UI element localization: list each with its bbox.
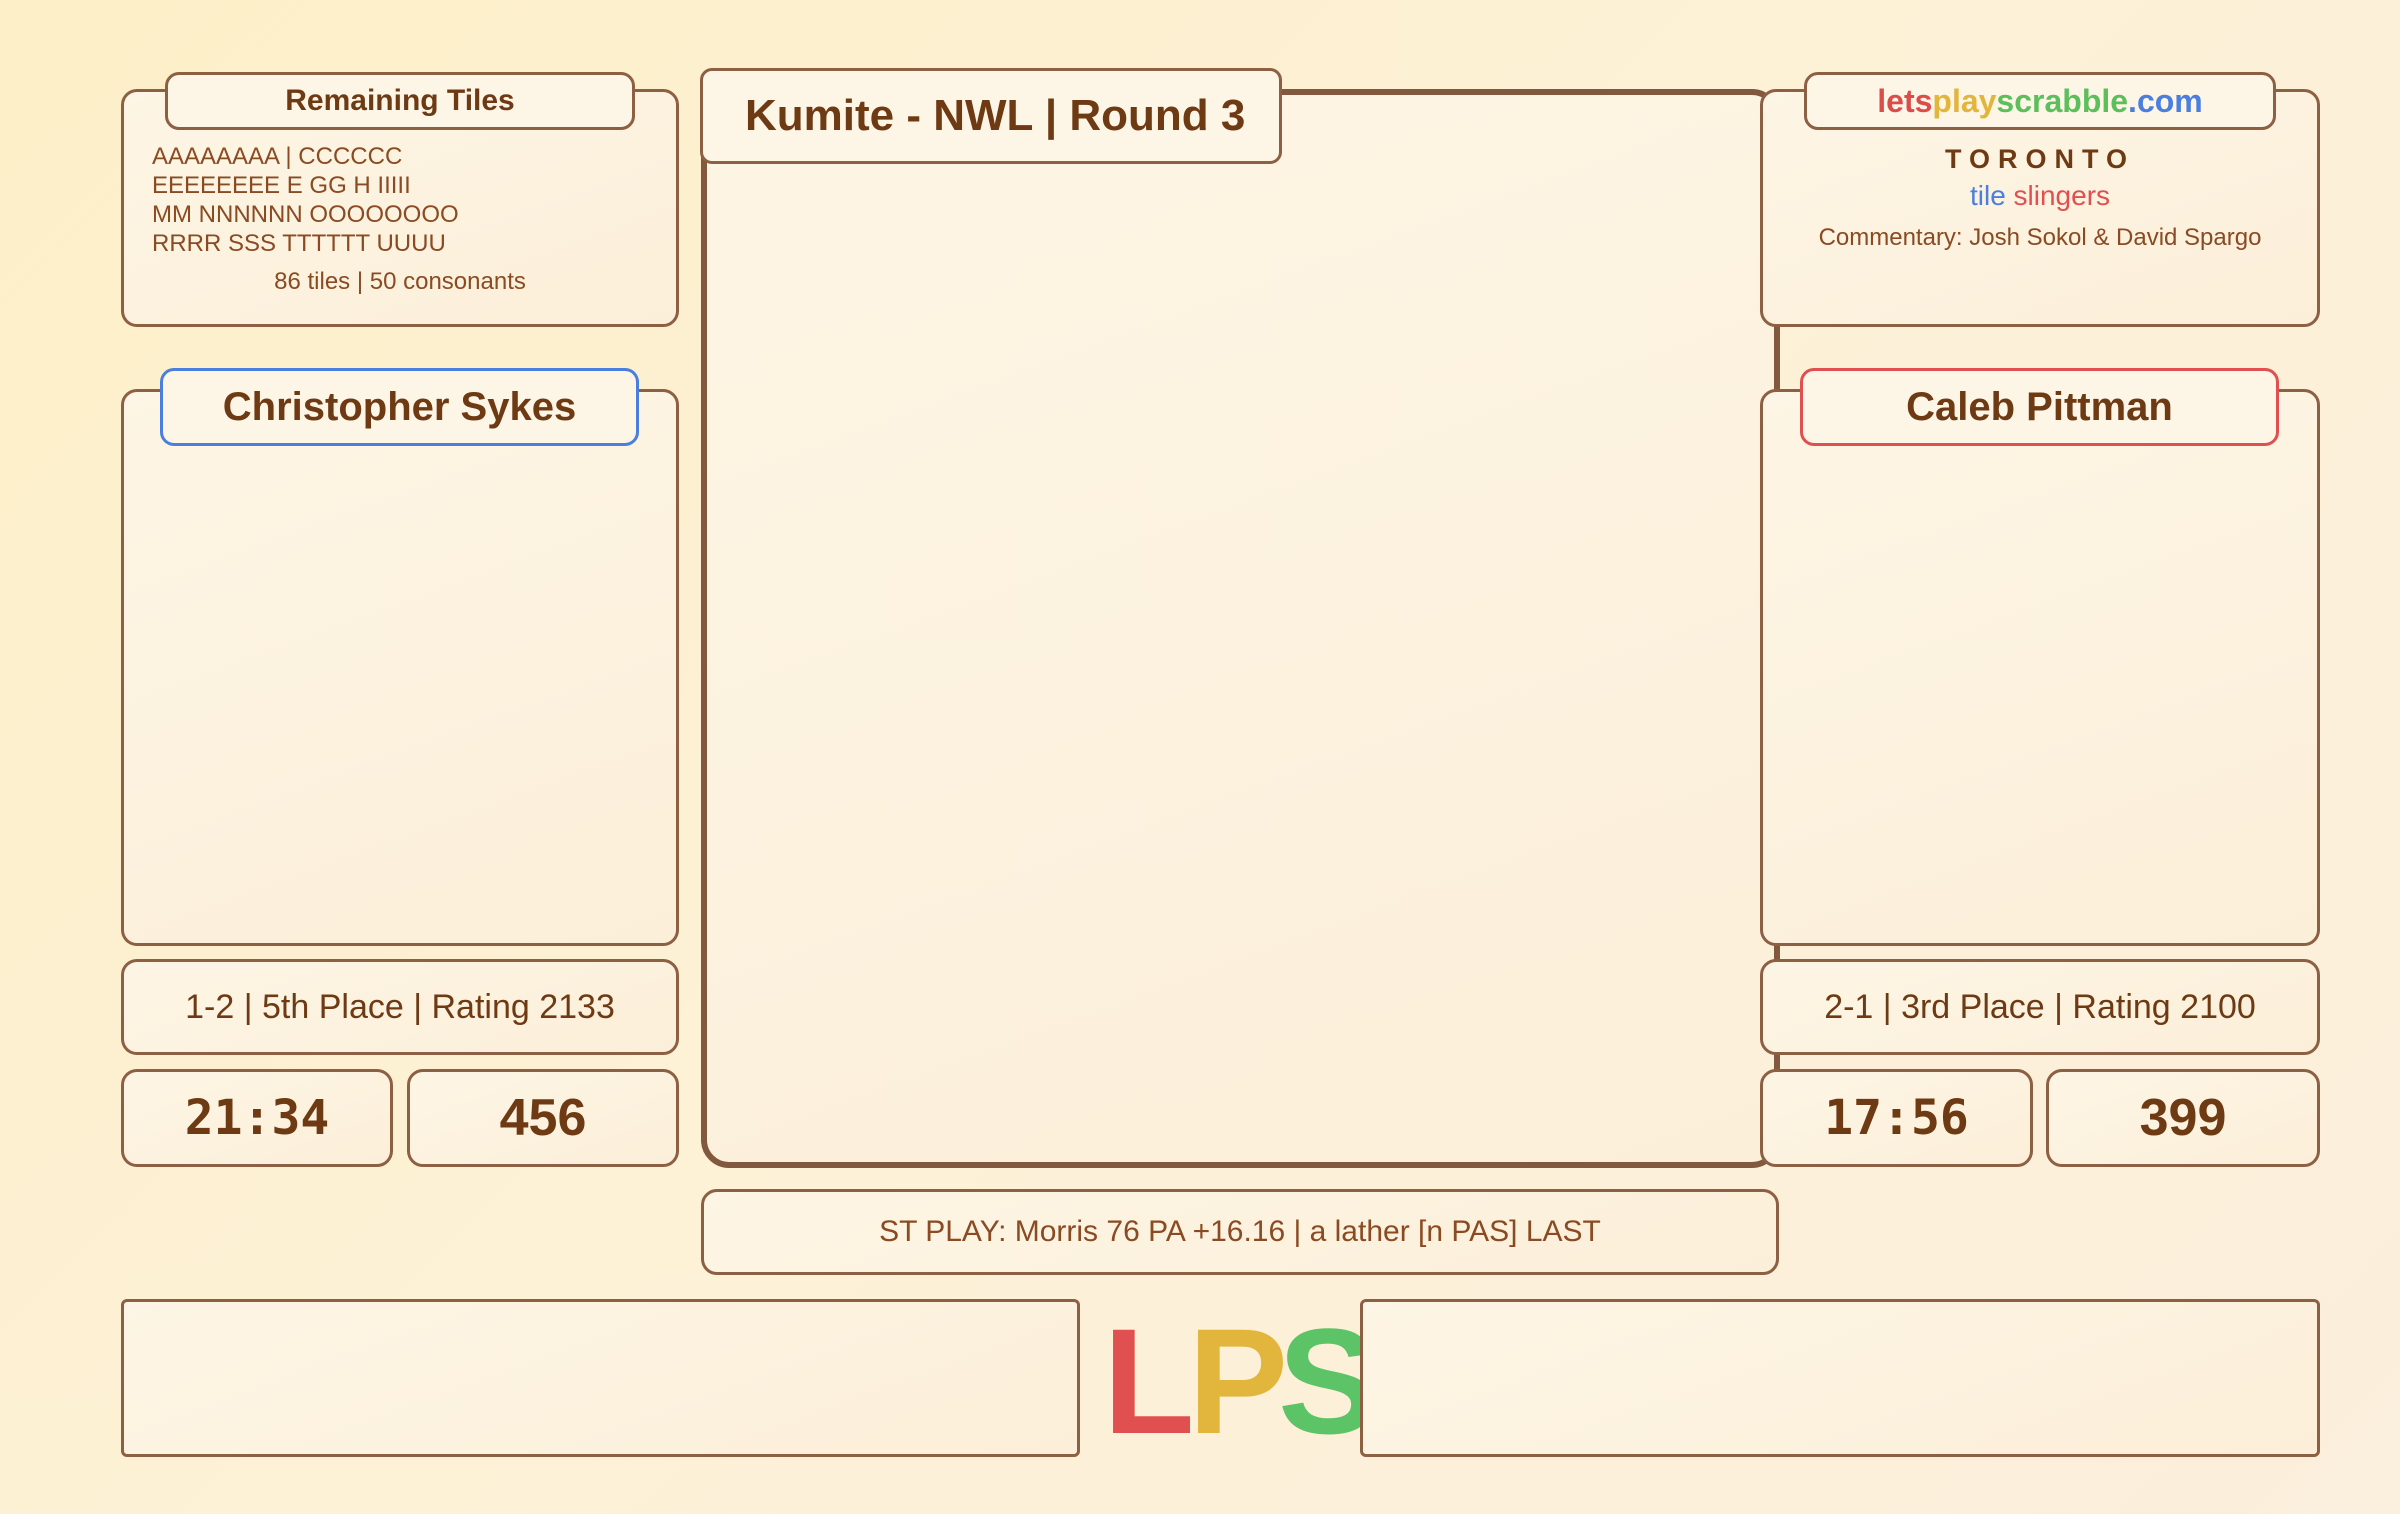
tiles-line: MM NNNNNN OOOOOOOO bbox=[152, 201, 459, 228]
tiles-line: AAAAAAAA | CCCCCC bbox=[152, 143, 403, 170]
bottom-right-bar bbox=[1360, 1299, 2320, 1457]
subtitle-word: tile bbox=[1969, 180, 2006, 211]
tiles-summary: 86 tiles | 50 consonants bbox=[274, 268, 526, 295]
player2-panel bbox=[1760, 389, 2320, 946]
player1-score: 456 bbox=[407, 1069, 679, 1167]
brand-subtitle: tile slingers bbox=[1760, 180, 2320, 212]
player1-clock: 21:34 bbox=[121, 1069, 393, 1167]
site-title-part: .com bbox=[2128, 82, 2203, 119]
board-area bbox=[701, 89, 1780, 1168]
tiles-line: EEEEEEEE E GG H IIIII bbox=[152, 172, 411, 199]
lps-logo-letter: P bbox=[1188, 1297, 1289, 1465]
last-play-ticker: ST PLAY: Morris 76 PA +16.16 | a lather … bbox=[701, 1189, 1779, 1275]
player2-score: 399 bbox=[2046, 1069, 2320, 1167]
board-title: Kumite - NWL | Round 3 bbox=[700, 68, 1282, 164]
bottom-left-bar bbox=[121, 1299, 1080, 1457]
lps-logo-letter: L bbox=[1103, 1297, 1195, 1465]
player2-record: 2-1 | 3rd Place | Rating 2100 bbox=[1760, 959, 2320, 1055]
tiles-line: RRRR SSS TTTTTT UUUU bbox=[152, 230, 446, 257]
player1-name: Christopher Sykes bbox=[160, 368, 639, 446]
remaining-tiles-title: Remaining Tiles bbox=[165, 72, 635, 130]
player2-name: Caleb Pittman bbox=[1800, 368, 2279, 446]
site-title[interactable]: lets play scrabble .com bbox=[1804, 72, 2276, 130]
subtitle-word: slingers bbox=[2013, 180, 2111, 211]
player2-clock: 17:56 bbox=[1760, 1069, 2033, 1167]
site-title-part: play bbox=[1932, 82, 1997, 119]
player1-record: 1-2 | 5th Place | Rating 2133 bbox=[121, 959, 679, 1055]
player1-panel bbox=[121, 389, 679, 946]
site-title-part: lets bbox=[1877, 82, 1933, 119]
remaining-tiles-list: AAAAAAAA | CCCCCC EEEEEEEE E GG H IIIII … bbox=[152, 142, 459, 258]
city-name: TORONTO bbox=[1944, 144, 2135, 174]
site-title-part: scrabble bbox=[1996, 82, 2129, 119]
commentary-credits: Commentary: Josh Sokol & David Spargo bbox=[1818, 224, 2262, 251]
